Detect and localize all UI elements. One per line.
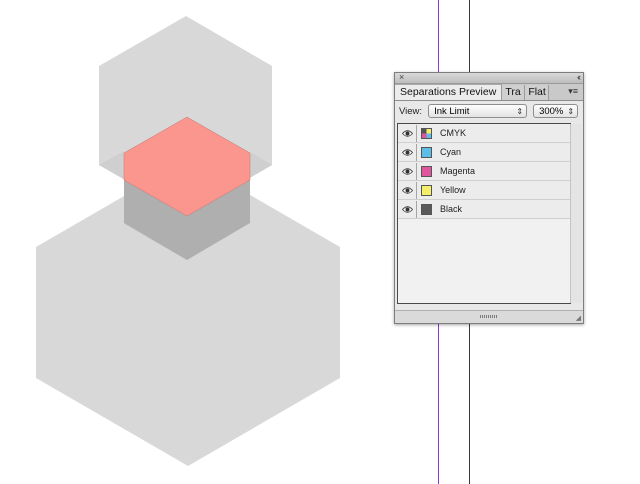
view-select-value: Ink Limit [434, 106, 470, 117]
color-swatch [421, 146, 432, 158]
tab-trap[interactable]: Tra [502, 85, 526, 100]
eye-icon[interactable] [398, 124, 417, 142]
color-swatch [421, 184, 432, 196]
separations-list: CMYK Cyan Magenta Yellow Black [397, 123, 582, 304]
panel-menu-icon[interactable]: ▾≡ [568, 86, 578, 97]
list-item-yellow[interactable]: Yellow [398, 181, 570, 200]
eye-icon[interactable] [398, 200, 417, 218]
separation-label: Black [440, 204, 463, 214]
close-icon[interactable]: × [399, 71, 404, 83]
zoom-select[interactable]: 300% ⇕ [533, 104, 579, 118]
zoom-select-value: 300% [539, 106, 564, 117]
panel-footer: ◢ [395, 310, 583, 323]
eye-icon[interactable] [398, 181, 417, 199]
view-row: View: Ink Limit ⇕ 300% ⇕ [395, 101, 583, 121]
view-select[interactable]: Ink Limit ⇕ [428, 104, 528, 118]
panel-tabs: Separations Preview Tra Flat ▾≡ [395, 84, 583, 101]
tab-flattener[interactable]: Flat [525, 85, 550, 100]
view-label: View: [399, 105, 423, 117]
separations-preview-panel: × ‹‹ Separations Preview Tra Flat ▾≡ Vie… [394, 72, 584, 324]
cmyk-swatch-icon [421, 127, 432, 139]
color-swatch [421, 165, 432, 177]
drag-grip-icon[interactable] [480, 315, 498, 318]
tab-separations-preview[interactable]: Separations Preview [395, 84, 503, 100]
resize-handle-icon[interactable]: ◢ [576, 314, 581, 322]
select-arrows-icon: ⇕ [516, 107, 524, 116]
eye-icon[interactable] [398, 162, 417, 180]
separation-label: Cyan [440, 147, 462, 157]
list-scrollbar[interactable] [570, 124, 582, 303]
panel-titlebar[interactable]: × ‹‹ [395, 71, 583, 84]
list-item-cmyk[interactable]: CMYK [398, 124, 570, 143]
separation-label: Yellow [440, 185, 466, 195]
list-item-black[interactable]: Black [398, 200, 570, 219]
collapse-icon[interactable]: ‹‹ [577, 71, 581, 83]
separation-label: Magenta [440, 166, 476, 176]
color-swatch [421, 203, 432, 215]
list-item-cyan[interactable]: Cyan [398, 143, 570, 162]
eye-icon[interactable] [398, 143, 417, 161]
separation-label: CMYK [440, 128, 467, 138]
list-item-magenta[interactable]: Magenta [398, 162, 570, 181]
select-arrows-icon: ⇕ [567, 107, 575, 116]
